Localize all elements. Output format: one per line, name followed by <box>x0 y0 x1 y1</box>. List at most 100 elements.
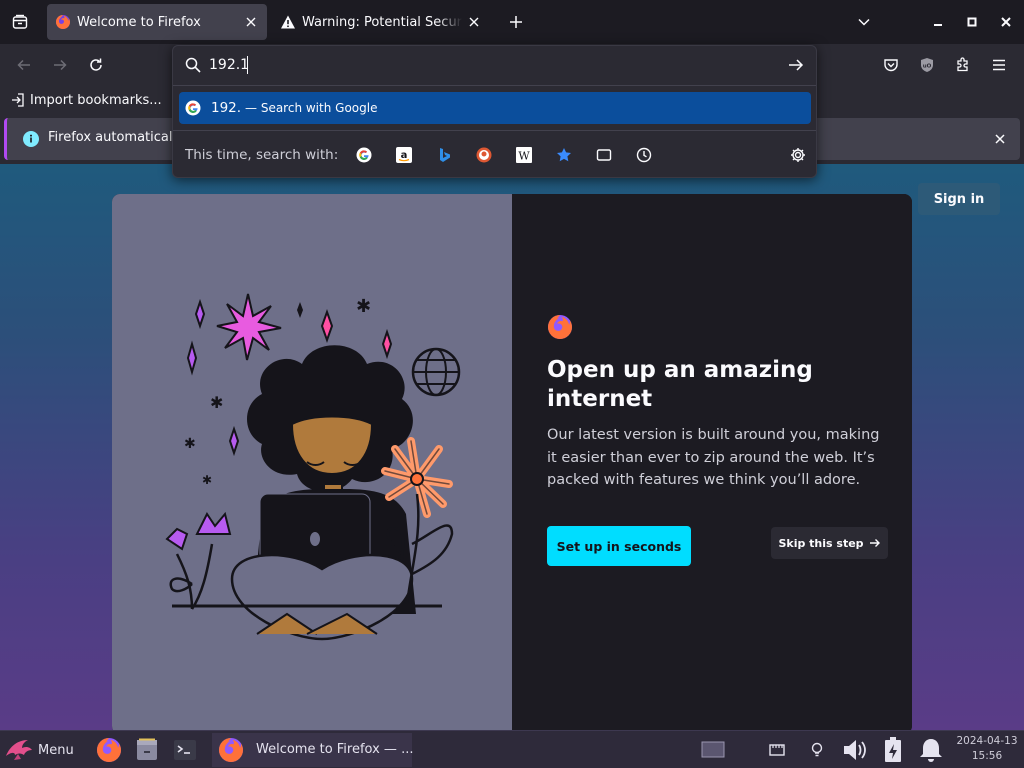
skip-step-label: Skip this step <box>778 536 864 550</box>
battery-tray-button[interactable] <box>878 735 908 765</box>
engine-amazon-button[interactable]: a <box>394 145 414 165</box>
tab-security-warning[interactable]: Warning: Potential Security Risk Ahead <box>272 4 490 40</box>
wikipedia-icon: W <box>516 147 532 163</box>
pocket-button[interactable] <box>876 50 906 80</box>
engine-bing-button[interactable] <box>434 145 454 165</box>
google-icon <box>185 100 201 116</box>
notification-close-button[interactable] <box>991 130 1009 148</box>
firefox-icon <box>97 738 121 762</box>
minimize-button[interactable] <box>924 8 952 36</box>
search-settings-button[interactable] <box>788 145 808 165</box>
maximize-button[interactable] <box>958 8 986 36</box>
workspace-icon <box>701 741 725 758</box>
search-icon <box>185 57 201 73</box>
back-button[interactable] <box>9 50 39 80</box>
reload-icon <box>90 58 102 71</box>
page-content: Sign in ✱ ✱ ✱ ✱ Open up an amazing inter… <box>0 164 1024 730</box>
one-off-search-label: This time, search with: <box>185 147 339 163</box>
puzzle-icon <box>957 57 968 72</box>
ublock-shield-icon: uO <box>921 58 933 72</box>
battery-charging-icon <box>885 737 901 762</box>
ublock-button[interactable]: uO <box>912 50 942 80</box>
clock-date: 2024-04-13 <box>956 735 1018 747</box>
page-description: Our latest version is built around you, … <box>547 427 880 488</box>
import-bookmarks-button[interactable]: Import bookmarks... <box>10 90 162 110</box>
engine-duckduckgo-button[interactable] <box>474 145 494 165</box>
page-title: Open up an amazing internet <box>547 357 813 412</box>
extensions-button[interactable] <box>948 50 978 80</box>
firefox-launcher[interactable] <box>94 735 124 765</box>
notifications-tray-button[interactable] <box>916 735 946 765</box>
terminal-launcher[interactable] <box>170 735 200 765</box>
arrow-right-icon <box>54 59 67 71</box>
skip-step-button[interactable]: Skip this step <box>771 527 888 559</box>
new-tab-button[interactable] <box>502 8 530 36</box>
close-icon <box>1001 17 1011 27</box>
app-menu-button[interactable] <box>984 50 1014 80</box>
import-bookmarks-label: Import bookmarks... <box>30 92 162 108</box>
bookmarks-star-icon <box>557 148 571 162</box>
minimize-icon <box>934 24 942 26</box>
firefox-icon <box>56 15 70 29</box>
svg-text:a: a <box>401 150 408 161</box>
go-arrow-icon[interactable] <box>787 56 805 74</box>
tab-title: Warning: Potential Security Risk Ahead <box>302 14 462 30</box>
chevron-down-icon <box>858 18 870 26</box>
pocket-icon <box>884 59 898 72</box>
firefox-icon <box>219 738 243 762</box>
file-manager-launcher[interactable] <box>132 735 162 765</box>
network-tray-button[interactable] <box>762 735 792 765</box>
hero-panel: Open up an amazing internet Our latest v… <box>512 194 912 730</box>
tab-title: Welcome to Firefox <box>77 14 201 30</box>
redshift-tray-button[interactable] <box>802 735 832 765</box>
ethernet-icon <box>769 744 785 756</box>
search-bookmarks-button[interactable] <box>554 145 574 165</box>
amazon-icon: a <box>396 147 412 163</box>
close-tab-button[interactable] <box>243 14 259 30</box>
arrow-left-icon <box>17 59 30 71</box>
close-icon <box>469 17 479 27</box>
svg-text:✱: ✱ <box>356 296 371 317</box>
clock[interactable]: 2024-04-13 15:56 <box>954 734 1020 766</box>
search-history-button[interactable] <box>634 145 654 165</box>
gear-icon <box>791 148 805 162</box>
close-tab-button[interactable] <box>466 14 482 30</box>
bing-icon <box>440 148 450 162</box>
start-menu-button[interactable]: Menu <box>4 735 74 765</box>
suggestion-separator: — <box>245 101 257 115</box>
firefox-view-icon <box>12 14 28 29</box>
svg-text:✱: ✱ <box>184 436 196 452</box>
taskbar: Menu Welcome to Firefox — ... 2024-04-13… <box>0 730 1024 768</box>
workspace-switcher[interactable] <box>698 735 728 765</box>
volume-tray-button[interactable] <box>840 735 870 765</box>
history-icon <box>636 147 652 163</box>
engine-google-button[interactable] <box>354 145 374 165</box>
reload-button[interactable] <box>81 50 111 80</box>
text-cursor <box>247 56 248 74</box>
firefox-logo-icon <box>548 315 572 339</box>
search-tabs-button[interactable] <box>594 145 614 165</box>
info-icon <box>23 131 39 147</box>
url-input[interactable] <box>209 55 769 75</box>
urlbar-dropdown: 192. — Search with Google This time, sea… <box>172 45 817 178</box>
lightbulb-icon <box>811 742 823 757</box>
setup-button[interactable]: Set up in seconds <box>547 526 691 566</box>
tab-welcome[interactable]: Welcome to Firefox <box>47 4 267 40</box>
terminal-icon <box>174 740 196 760</box>
start-menu-label: Menu <box>38 742 74 758</box>
taskbar-window-firefox[interactable]: Welcome to Firefox — ... <box>212 733 414 767</box>
svg-text:✱: ✱ <box>202 473 212 487</box>
list-all-tabs-button[interactable] <box>850 8 878 36</box>
engine-wikipedia-button[interactable]: W <box>514 145 534 165</box>
sign-in-button[interactable]: Sign in <box>918 183 1000 215</box>
speaker-icon <box>844 740 866 760</box>
forward-button[interactable] <box>45 50 75 80</box>
search-suggestion-row[interactable]: 192. — Search with Google <box>179 92 811 124</box>
plus-icon <box>510 16 522 28</box>
warning-icon <box>281 15 295 29</box>
close-icon <box>246 17 256 27</box>
taskbar-window-title: Welcome to Firefox — ... <box>256 742 414 757</box>
firefox-view-button[interactable] <box>6 8 34 36</box>
urlbar <box>173 46 816 84</box>
close-window-button[interactable] <box>992 8 1020 36</box>
